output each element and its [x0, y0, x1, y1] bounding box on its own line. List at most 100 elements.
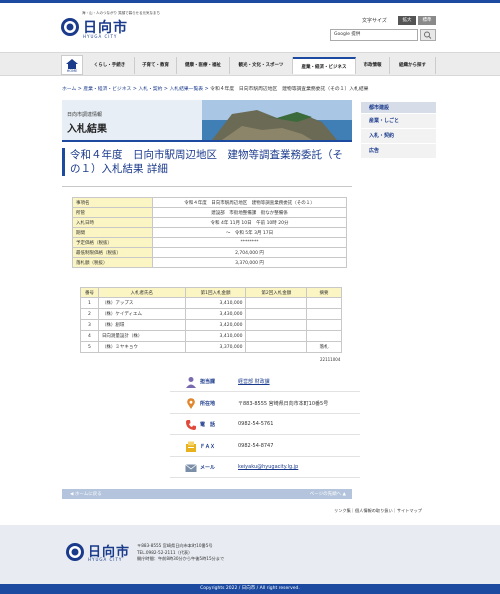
global-nav: HOME くらし・手続き 子育て・教育 健康・医療・福祉 観光・文化・スポーツ … [0, 52, 500, 76]
side-menu-head[interactable]: 都市建設 [361, 102, 436, 114]
location-value: 〒883-8555 宮崎県日向市本町10番5号 [238, 400, 329, 407]
info-key: 所管 [72, 207, 153, 218]
side-menu-item[interactable]: 産業・しごと [361, 114, 436, 129]
breadcrumb-link-bidding[interactable]: 入札・契約 [138, 87, 162, 92]
bidder-name: 日向測量設計（株） [97, 330, 186, 342]
search-button[interactable] [420, 29, 436, 41]
city-emblem-icon [61, 18, 79, 36]
banner-subtitle: 日向市調達情報 [67, 112, 103, 118]
site-tagline: 海・山・人のつながり 笑顔で暮らせる元気なまち [82, 11, 161, 15]
site-search: Google 提供 [330, 29, 438, 41]
nav-home-label: HOME [66, 69, 78, 73]
site-header: 海・山・人のつながり 笑顔で暮らせる元気なまち 日向市 HYUGA CITY 文… [0, 3, 500, 45]
col-header: 摘要 [306, 287, 342, 298]
table-row: 最低制限価格（税抜） 2,704,000 円 [72, 247, 347, 258]
info-key: 事項名 [72, 197, 153, 208]
phone-icon [186, 420, 196, 430]
table-row: 落札額（税抜） 3,370,000 円 [72, 257, 347, 268]
fax-label: ＦＡＸ [200, 443, 216, 450]
table-row: 予定価格（税抜） ******** [72, 237, 347, 248]
font-standard-button[interactable]: 標準 [418, 16, 436, 25]
info-value: 2,704,000 円 [152, 247, 347, 258]
coastline-photo [202, 100, 352, 140]
page-banner: 日向市調達情報 入札結果 [62, 100, 352, 142]
dept-link[interactable]: 経営部 財政課 [238, 378, 270, 385]
back-to-home-link[interactable]: ◀ ホームに戻る [70, 491, 102, 497]
dept-label: 担当課 [200, 379, 216, 385]
font-size-control: 文字サイズ 拡大 標準 [362, 16, 442, 26]
side-menu-item[interactable]: 広告 [361, 144, 436, 159]
bid-round1: 3,370,000 [184, 341, 247, 353]
nav-item-tourism[interactable]: 観光・文化・スポーツ [230, 57, 293, 74]
table-row: 5 （株）ミヤキョウ 3,370,000 落札 [80, 341, 342, 353]
table-row: 入札日時 令和 4年 11月 10日 午前 10時 20分 [72, 217, 347, 228]
info-key: 期間 [72, 227, 153, 238]
fax-icon [186, 441, 196, 452]
nav-item-municipal[interactable]: 市政情報 [356, 57, 390, 74]
info-key: 落札額（税抜） [72, 257, 153, 268]
bid-no: 3 [80, 319, 99, 331]
bid-no: 1 [80, 297, 99, 309]
bid-note [306, 308, 342, 320]
contact-row-mail: メール keiyaku@hyugacity.lg.jp [170, 458, 360, 478]
bid-round1: 3,430,000 [184, 308, 247, 320]
breadcrumb-link-home[interactable]: ホーム [62, 87, 76, 92]
breadcrumb-link-results[interactable]: 入札結果一覧表 [169, 87, 203, 92]
city-emblem-icon [66, 543, 84, 561]
info-value: ******** [152, 237, 347, 248]
bidders-table: 番号 入札者氏名 第1回入札金額 第2回入札金額 摘要 1 （株）アップス 3,… [80, 287, 342, 353]
footer-address-line: 〒883-8555 宮崎県日向市本町10番5号 [137, 543, 213, 548]
table-row: 所管 建設部 市街地整備課 街なか整備係 [72, 207, 347, 218]
table-row: 1 （株）アップス 3,410,000 [80, 297, 342, 309]
table-row: 4 日向測量設計（株） 3,410,000 [80, 330, 342, 342]
bid-info-table: 事項名 令和４年度 日向市駅周辺地区 建物等調査業務委託（その１） 所管 建設部 市… [72, 197, 347, 268]
footer-site-name-en: HYUGA CITY [88, 557, 123, 562]
side-menu-item[interactable]: 入札・契約 [361, 129, 436, 144]
site-name-en: HYUGA CITY [83, 34, 118, 39]
bid-round1: 3,420,000 [184, 319, 247, 331]
search-icon [424, 31, 432, 39]
footer-hours-line: 開庁時間：午前8時30分から午後5時15分まで [137, 556, 225, 561]
mail-link[interactable]: keiyaku@hyugacity.lg.jp [238, 464, 298, 470]
info-key: 最低制限価格（税抜） [72, 247, 153, 258]
location-label: 所在地 [200, 400, 216, 407]
bid-round2 [245, 308, 308, 320]
bid-note [306, 297, 342, 309]
page-top-link[interactable]: ページの先頭へ ▲ [310, 491, 346, 497]
contact-row-fax: ＦＡＸ 0982-54-8747 [170, 437, 360, 457]
nav-item-childcare[interactable]: 子育て・教育 [135, 57, 177, 74]
fax-value: 0982-54-8747 [238, 442, 274, 449]
font-large-button[interactable]: 拡大 [398, 16, 416, 25]
contact-box: 担当課 経営部 財政課 所在地 〒883-8555 宮崎県日向市本町10番5号 … [170, 372, 360, 480]
bid-round2 [245, 319, 308, 331]
info-value: 建設部 市街地整備課 街なか整備係 [152, 207, 347, 218]
info-value: 令和 4年 11月 10日 午前 10時 20分 [152, 217, 347, 228]
nav-item-industry[interactable]: 産業・経済・ビジネス [293, 57, 356, 74]
nav-item-health[interactable]: 健康・医療・福祉 [177, 57, 230, 74]
search-input[interactable]: Google 提供 [330, 29, 418, 41]
table-row: 期間～ 令和 5年 3月 17日 [72, 227, 347, 238]
copyright: Copyrights 2022 / 日向市 / All right reserv… [0, 584, 500, 594]
info-value: 3,370,000 円 [152, 257, 347, 268]
page-title: 令和４年度 日向市駅周辺地区 建物等調査業務委託（その１）入札結果 詳細 [62, 148, 352, 176]
table-header-row: 番号 入札者氏名 第1回入札金額 第2回入札金額 摘要 [80, 287, 342, 298]
mail-label: メール [200, 465, 216, 471]
nav-home[interactable]: HOME [61, 55, 83, 75]
mail-icon [185, 464, 197, 472]
site-logo[interactable]: 海・山・人のつながり 笑顔で暮らせる元気なまち 日向市 HYUGA CITY [60, 11, 180, 39]
bid-note [306, 319, 342, 331]
nav-item-organization[interactable]: 組織から探す [390, 57, 436, 74]
col-header: 第2回入札金額 [245, 287, 308, 298]
tel-value: 0982-54-5761 [238, 421, 274, 427]
page-top-label: ページの先頭へ [309, 492, 342, 497]
nav-item-living[interactable]: くらし・手続き [85, 57, 135, 74]
footer-links[interactable]: リンク集｜個人情報の取り扱い｜サイトマップ [334, 508, 422, 514]
breadcrumb-link-industry[interactable]: 産業・経済・ビジネス [83, 87, 131, 92]
banner-title: 入札結果 [67, 124, 107, 135]
bid-round2 [245, 297, 308, 309]
col-header: 番号 [80, 287, 99, 298]
bid-note: 落札 [306, 341, 342, 353]
page-nav-bar: ◀ ホームに戻る ページの先頭へ ▲ [62, 489, 352, 499]
person-icon [186, 377, 196, 388]
table-row: 2 （株）ケイディエム 3,430,000 [80, 308, 342, 320]
